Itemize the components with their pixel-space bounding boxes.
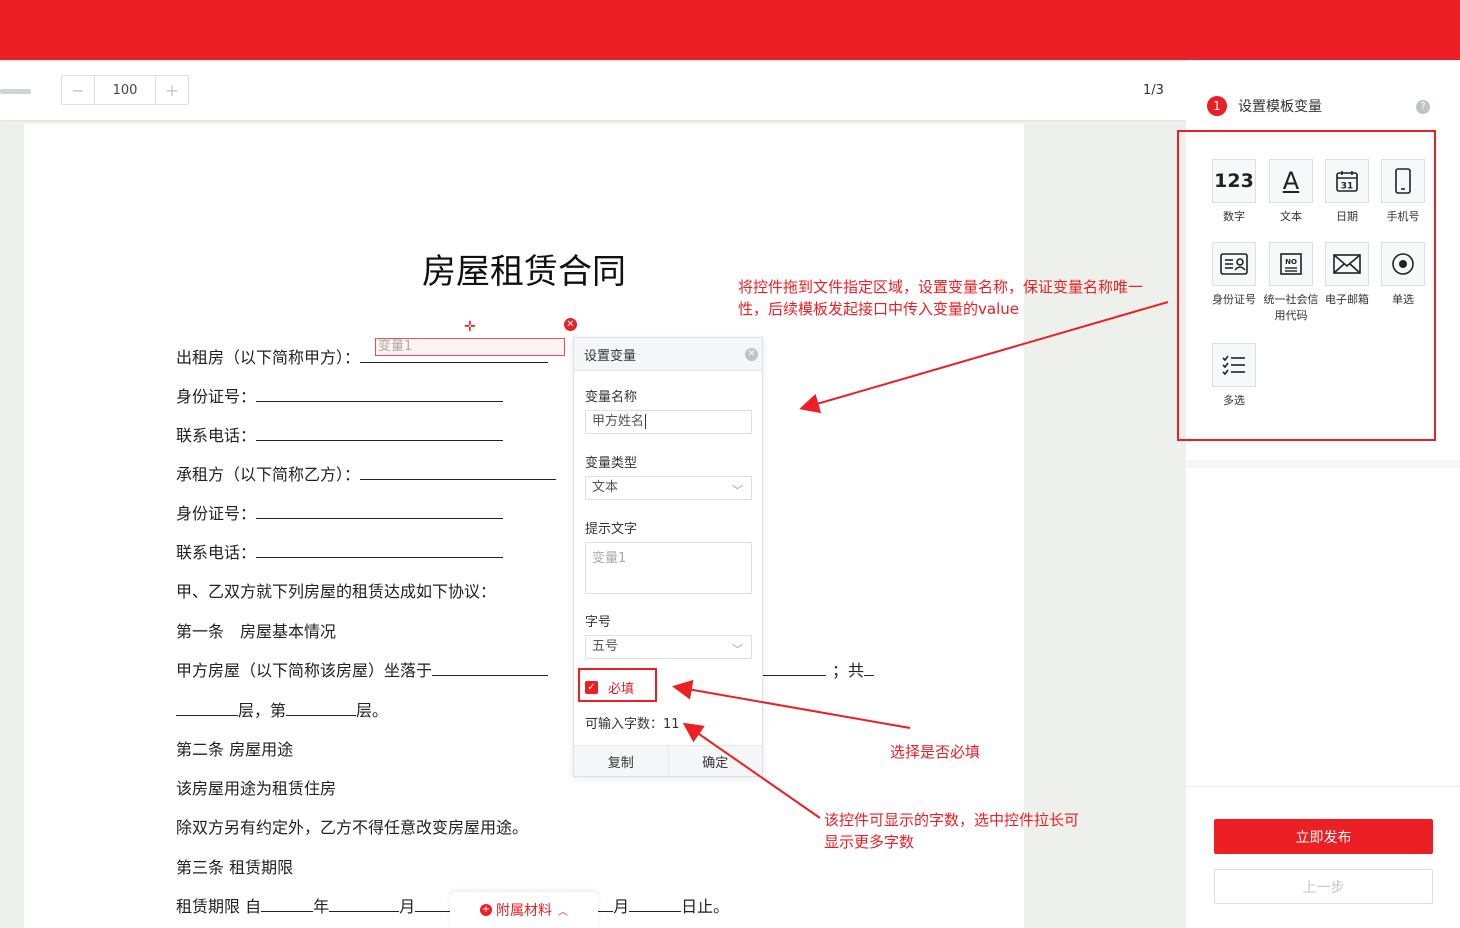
variable-field[interactable]: 变量1 (375, 338, 565, 356)
control-phone[interactable]: 手机号 (1375, 159, 1431, 225)
font-size-select[interactable]: 五号 ﹀ (585, 635, 752, 659)
publish-button[interactable]: 立即发布 (1214, 819, 1433, 854)
delete-variable-icon[interactable]: ✕ (564, 318, 577, 331)
control-label: 电子邮箱 (1325, 293, 1369, 306)
doc-line-floors: 层，第 层。 (176, 697, 388, 721)
count-annotation: 该控件可显示的字数，选中控件拉长可显示更多字数 (824, 811, 1080, 851)
variable-type-select[interactable]: 文本 ﹀ (585, 476, 752, 500)
doc-line-lessee-phone: 联系电话： (176, 539, 504, 563)
document-page: 房屋租赁合同 出租房（以下简称甲方）： 身份证号： 联系电话： 承租方（以下简称… (24, 124, 1024, 928)
control-label: 日期 (1336, 210, 1358, 223)
variable-name-input[interactable]: 甲方姓名 (585, 410, 752, 434)
doc-line-agreement: 甲、乙双方就下列房屋的租赁达成如下协议： (176, 582, 497, 601)
font-size-label: 字号 (585, 615, 612, 630)
checklist-icon (1212, 343, 1256, 387)
move-handle-icon[interactable]: ✛ (464, 319, 476, 335)
control-label: 文本 (1280, 210, 1302, 223)
doc-line-location: 甲方房屋（以下简称该房屋）坐落于 (176, 657, 549, 681)
control-label: 单选 (1392, 293, 1414, 306)
control-label: 数字 (1223, 210, 1245, 223)
control-radio[interactable]: 单选 (1375, 242, 1431, 308)
copy-button[interactable]: 复制 (574, 746, 668, 776)
help-icon[interactable]: ? (1416, 100, 1430, 114)
doc-line-location-tail: ；共 (762, 657, 875, 681)
attachment-tab-label: 附属材料 (496, 903, 552, 919)
text-icon: A (1269, 159, 1313, 203)
top-header-bar (0, 0, 1460, 60)
zoom-out-button[interactable]: − (62, 76, 94, 104)
email-icon (1325, 242, 1369, 286)
control-number[interactable]: 123 数字 (1206, 159, 1262, 225)
attachment-tab[interactable]: + 附属材料 ︿ (450, 892, 598, 928)
name-label: 变量名称 (585, 390, 638, 405)
step-title: 设置模板变量 (1238, 99, 1322, 115)
panel-divider (1186, 786, 1460, 787)
panel-divider (1186, 460, 1460, 468)
chevron-down-icon: ﹀ (732, 643, 743, 656)
control-label: 统一社会信用代码 (1263, 293, 1319, 322)
doc-line-article-2: 第二条 房屋用途 (176, 740, 294, 759)
control-credit-code[interactable]: NO 统一社会信用代码 (1263, 242, 1319, 324)
phone-icon (1381, 159, 1425, 203)
document-toolbar: − 100 + 1/3 (0, 62, 1186, 120)
step-header: 1 设置模板变量 (1207, 96, 1322, 116)
doc-line-article-3: 第三条 租赁期限 (176, 858, 294, 877)
plus-icon: + (480, 904, 492, 916)
popup-title: 设置变量 (584, 348, 637, 364)
control-label: 多选 (1223, 394, 1245, 407)
doc-line-lessor-phone: 联系电话： (176, 422, 504, 446)
drag-annotation: 将控件拖到文件指定区域，设置变量名称，保证变量名称唯一性，后续模板发起接口中传入… (738, 278, 1144, 318)
popup-footer: 复制 确定 (574, 745, 762, 776)
previous-step-button[interactable]: 上一步 (1214, 869, 1433, 904)
doc-line-lessee-id: 身份证号： (176, 500, 504, 524)
doc-line-usage: 该房屋用途为租赁住房 (176, 779, 337, 798)
required-highlight-box (578, 668, 657, 702)
control-label: 手机号 (1386, 210, 1420, 223)
control-email[interactable]: 电子邮箱 (1319, 242, 1375, 308)
step-number-badge: 1 (1207, 96, 1227, 116)
credit-code-icon: NO (1269, 242, 1313, 286)
type-label: 变量类型 (585, 456, 638, 471)
doc-line-lessor-id: 身份证号： (176, 383, 504, 407)
confirm-button[interactable]: 确定 (667, 746, 762, 776)
id-card-icon (1212, 242, 1256, 286)
zoom-level[interactable]: 100 (94, 76, 156, 104)
number-icon: 123 (1212, 159, 1256, 203)
page-indicator: 1/3 (1143, 83, 1164, 98)
chevron-up-icon: ︿ (558, 906, 568, 918)
horizontal-scrollbar[interactable] (0, 89, 31, 94)
chevron-down-icon: ﹀ (732, 484, 743, 497)
control-date[interactable]: 31 日期 (1319, 159, 1375, 225)
radio-icon (1381, 242, 1425, 286)
hint-label: 提示文字 (585, 522, 638, 537)
char-count-text: 可输入字数：11 (585, 717, 680, 732)
hint-text-input[interactable]: 变量1 (585, 542, 752, 594)
doc-line-usage-restriction: 除双方另有约定外，乙方不得任意改变房屋用途。 (176, 818, 529, 837)
popup-close-icon[interactable]: ✕ (745, 348, 758, 361)
required-annotation: 选择是否必填 (890, 743, 981, 761)
control-id-card[interactable]: 身份证号 (1206, 242, 1262, 308)
doc-line-article-1: 第一条 房屋基本情况 (176, 622, 337, 641)
variable-settings-popup: 设置变量 ✕ 变量名称 甲方姓名 变量类型 文本 ﹀ 提示文字 变量1 字号 五号… (573, 337, 763, 777)
control-label: 身份证号 (1212, 293, 1256, 306)
zoom-control: − 100 + (61, 75, 189, 105)
control-text[interactable]: A 文本 (1263, 159, 1319, 225)
calendar-icon: 31 (1325, 159, 1369, 203)
svg-text:NO: NO (1285, 258, 1297, 266)
doc-line-lessee: 承租方（以下简称乙方）： (176, 461, 557, 485)
control-checkbox[interactable]: 多选 (1206, 343, 1262, 409)
zoom-in-button[interactable]: + (156, 76, 188, 104)
popup-header: 设置变量 ✕ (574, 338, 762, 371)
svg-text:31: 31 (1341, 182, 1354, 192)
